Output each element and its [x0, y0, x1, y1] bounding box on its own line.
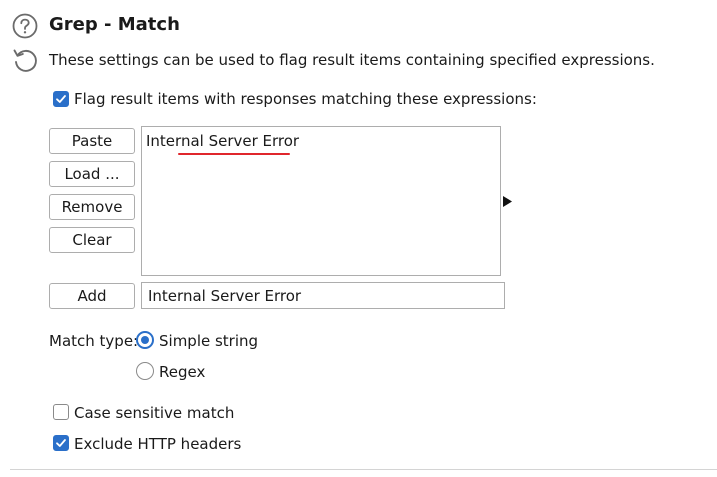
- add-button[interactable]: Add: [49, 283, 135, 309]
- exclude-headers-label: Exclude HTTP headers: [74, 435, 242, 453]
- case-sensitive-checkbox[interactable]: [53, 404, 69, 420]
- checkmark-icon: [56, 95, 66, 103]
- section-title: Grep - Match: [49, 14, 180, 35]
- expression-input[interactable]: [141, 282, 505, 309]
- paste-button[interactable]: Paste: [49, 128, 135, 154]
- checkmark-icon: [56, 439, 66, 447]
- exclude-headers-checkbox[interactable]: [53, 435, 69, 451]
- simple-string-radio[interactable]: [136, 331, 154, 349]
- help-icon[interactable]: [12, 13, 38, 39]
- clear-button[interactable]: Clear: [49, 227, 135, 253]
- regex-label: Regex: [159, 363, 206, 381]
- remove-button[interactable]: Remove: [49, 194, 135, 220]
- load-button[interactable]: Load ...: [49, 161, 135, 187]
- list-item[interactable]: Internal Server Error: [146, 132, 299, 150]
- flag-items-checkbox[interactable]: [53, 91, 69, 107]
- section-divider: [10, 469, 717, 470]
- match-type-label: Match type:: [49, 332, 139, 350]
- section-description: These settings can be used to flag resul…: [49, 51, 655, 69]
- grep-match-panel: Grep - Match These settings can be used …: [0, 0, 717, 477]
- reset-icon[interactable]: [11, 46, 39, 74]
- flag-items-label: Flag result items with responses matchin…: [74, 90, 537, 108]
- case-sensitive-label: Case sensitive match: [74, 404, 235, 422]
- simple-string-label: Simple string: [159, 332, 259, 350]
- expand-arrow-icon[interactable]: [503, 196, 512, 207]
- spellcheck-underline: [178, 153, 290, 155]
- regex-radio[interactable]: [136, 362, 154, 380]
- expressions-list[interactable]: Internal Server Error: [141, 126, 501, 276]
